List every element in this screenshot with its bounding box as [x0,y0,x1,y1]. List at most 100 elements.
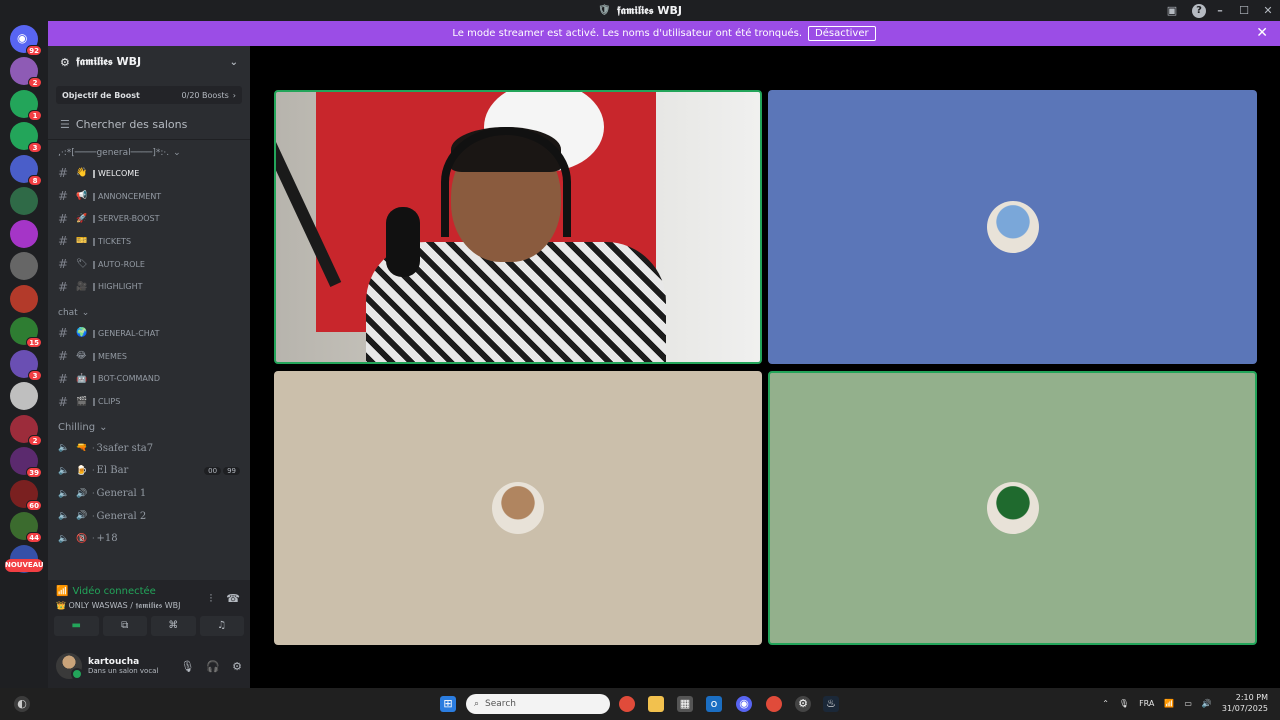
headphones-icon[interactable]: 🎧 [206,660,220,673]
server-icon-14[interactable]: 60 [10,479,42,511]
app-icon[interactable]: ⚙ [795,696,811,712]
folder-icon[interactable] [648,696,664,712]
wifi-icon[interactable]: 📶 [1164,699,1174,708]
video-tile-avatar-1[interactable] [768,90,1257,364]
channel-emoji: 🌍 [76,328,88,339]
text-channel-2[interactable]: # 📢 ‖ ANNONCEMENT [48,185,250,208]
server-icon-10[interactable]: 3 [10,349,42,381]
widgets-icon[interactable]: ◐ [14,696,30,712]
discord-icon[interactable]: ◉ [736,696,752,712]
text-channel-6[interactable]: # 🎥 ‖ HIGHLIGHT [48,275,250,298]
server-icon-2[interactable]: 1 [10,89,42,121]
text-channel-2[interactable]: # 😂 ‖ MEMES [48,345,250,368]
speaker-icon: 🔈 [58,443,70,454]
voice-status[interactable]: Vidéo connectée [72,586,155,597]
clock[interactable]: 2:10 PM 31/07/2025 [1222,692,1268,714]
text-channel-5[interactable]: # 🏷 ‖ AUTO-ROLE [48,253,250,276]
noise-suppression-icon[interactable]: ⫶ [210,592,213,606]
text-channel-1[interactable]: # 👋 ‖ WELCOME [48,162,250,185]
channel-emoji: 🎥 [76,281,88,292]
close-window-button[interactable]: ✕ [1256,4,1280,17]
volume-icon[interactable]: 🔊 [1202,699,1212,708]
server-icon-9[interactable]: 15 [10,317,42,348]
voice-channel-2[interactable]: 🔈 🍺 · El Bar 00 99 [48,460,250,483]
start-icon[interactable]: ⊞ [440,696,456,712]
hash-icon: # [58,234,69,249]
server-header[interactable]: ⚙ 𝖋𝖆𝖒𝖎𝖑𝖎𝖊𝖘 WBJ ⌄ [48,46,250,78]
chevron-right-icon: › [232,90,236,100]
camera-button[interactable]: ▬ [54,616,99,636]
channel-name: MEMES [98,351,127,361]
server-icon-4[interactable]: 8 [10,154,42,186]
home-button[interactable]: ◉ 92 [10,25,42,56]
disconnect-icon[interactable]: ☎ [226,592,240,606]
speaker-icon: 🔈 [58,533,70,544]
channel-emoji: 🏷 [76,259,88,270]
channel-name: 3safer sta7 [96,442,154,454]
microphone-prop [386,207,420,277]
battery-icon[interactable]: ▭ [1184,699,1192,708]
server-icon-15[interactable]: 44 [10,512,42,543]
server-icon-7[interactable] [10,252,38,280]
text-channel-1[interactable]: # 🌍 ‖ GENERAL-CHAT [48,322,250,345]
text-channel-4[interactable]: # 🎫 ‖ TICKETS [48,230,250,253]
server-icon-13[interactable]: 39 [10,447,42,478]
channel-name: General 1 [96,488,147,500]
boost-goal[interactable]: Objectif de Boost 0/20 Boosts › [56,86,242,104]
activities-button[interactable]: ⌘ [151,616,196,636]
taskbar-search[interactable]: ⌕ Search [466,694,610,714]
text-channel-3[interactable]: # 🤖 ‖ BOT-COMMAND [48,368,250,391]
list-search-icon: ☰ [60,118,70,131]
soundboard-button[interactable]: ♫ [199,616,244,636]
category-general[interactable]: ‚·:*[────general────]*:·. ⌄ [48,144,250,162]
user-panel: kartoucha Dans un salon vocal 🎙 🎧 ⚙ [48,644,250,688]
maximize-button[interactable]: ☐ [1232,4,1256,17]
channel-emoji: 📢 [76,191,88,202]
server-icon-3[interactable]: 3 [10,122,42,153]
hash-icon: # [58,166,69,181]
store-icon[interactable]: ▦ [677,696,693,712]
video-tile-camera[interactable] [274,90,762,364]
avatar[interactable] [56,653,83,680]
server-icon-6[interactable] [10,219,38,248]
chrome-icon[interactable] [619,696,635,712]
boost-label: Objectif de Boost [62,90,140,100]
microphone-tray-icon[interactable]: 🎙 [1119,699,1129,708]
language-indicator[interactable]: FRA [1139,699,1154,708]
voice-channel-1[interactable]: 🔈 🔫 · 3safer sta7 [48,437,250,460]
chrome-profile-icon[interactable] [766,696,782,712]
server-icon-12[interactable]: 2 [10,414,42,446]
help-icon[interactable]: ? [1184,3,1208,18]
gear-icon[interactable]: ⚙ [232,660,242,673]
channel-name: TICKETS [98,236,132,246]
channel-separator: ‖ [92,374,96,384]
server-icon-8[interactable] [10,284,38,313]
microphone-icon[interactable]: 🎙 [180,660,194,673]
text-channel-3[interactable]: # 🚀 ‖ SERVER-BOOST [48,207,250,230]
channel-search[interactable]: ☰ Chercher des salons [48,110,250,140]
close-icon[interactable]: ✕ [1256,25,1268,41]
voice-channel-3[interactable]: 🔈 🔊 · General 1 [48,482,250,505]
screen-share-button[interactable]: ⧉ [102,616,147,636]
video-tile-avatar-2[interactable] [274,371,762,645]
voice-channel-4[interactable]: 🔈 🔊 · General 2 [48,505,250,528]
minimize-button[interactable]: – [1208,4,1232,17]
text-channel-4[interactable]: # 🎬 ‖ CLIPS [48,390,250,413]
category-chat[interactable]: chat ⌄ [48,304,250,322]
chevron-down-icon: ⌄ [229,56,238,68]
channel-emoji: 🤖 [76,373,88,384]
chevron-up-icon[interactable]: ⌃ [1102,699,1109,708]
server-icon-1[interactable]: 2 [10,57,42,88]
channel-emoji: 🎬 [76,396,88,407]
home-badge: 92 [26,45,42,56]
outlook-icon[interactable]: o [706,696,722,712]
voice-channel-5[interactable]: 🔈 🔞 · +18 [48,528,250,551]
channel-separator: ‖ [92,351,96,361]
steam-icon[interactable]: ♨ [823,696,839,712]
server-icon-11[interactable] [10,382,38,410]
inbox-icon[interactable]: ▣ [1160,4,1184,17]
video-tile-avatar-3[interactable] [768,371,1257,645]
server-icon-5[interactable] [10,187,38,215]
category-chilling[interactable]: Chilling ⌄ [48,419,250,437]
disable-streamer-button[interactable]: Désactiver [808,26,876,41]
